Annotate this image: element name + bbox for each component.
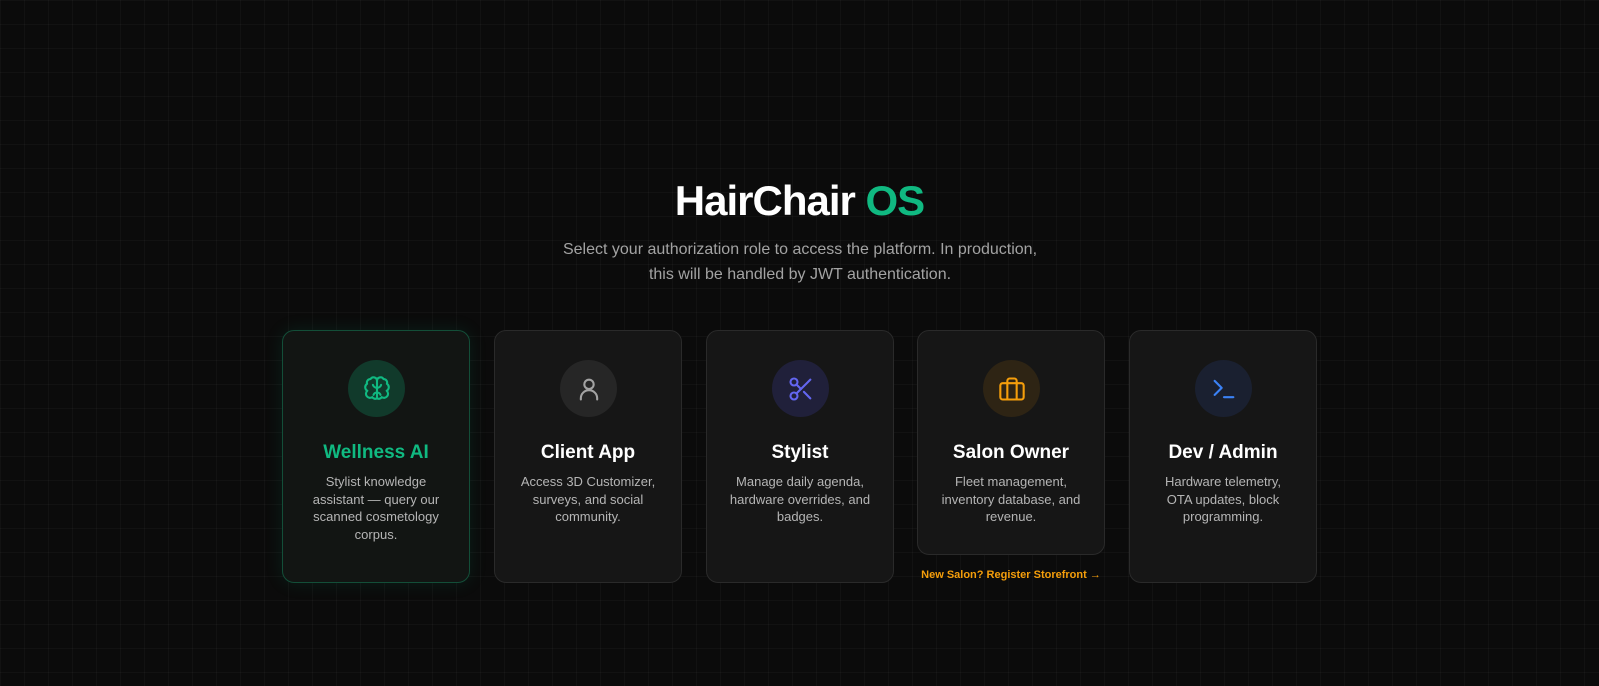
role-title: Stylist (771, 442, 829, 463)
title-main: HairChair (674, 177, 856, 224)
briefcase-icon (983, 360, 1040, 417)
brain-icon (348, 360, 405, 417)
role-card-wellness-ai[interactable]: Wellness AI Stylist knowledge assistant … (282, 330, 470, 583)
role-card-salon-owner[interactable]: Salon Owner Fleet management, inventory … (917, 330, 1105, 555)
title-accent: OS (865, 177, 926, 224)
role-card-stylist[interactable]: Stylist Manage daily agenda, hardware ov… (706, 330, 894, 583)
role-description: Access 3D Customizer, surveys, and socia… (520, 474, 656, 524)
role-card-dev-admin[interactable]: Dev / Admin Hardware telemetry, OTA upda… (1129, 330, 1317, 583)
subtitle-line-1: Select your authorization role to access… (562, 241, 1038, 258)
role-title: Wellness AI (323, 442, 429, 463)
user-icon (560, 360, 617, 417)
subtitle-line-2: this will be handled by JWT authenticati… (648, 266, 952, 283)
page-subtitle: Select your authorization role to access… (530, 237, 1070, 287)
role-description: Manage daily agenda, hardware overrides,… (729, 474, 871, 524)
role-description: Fleet management, inventory database, an… (941, 474, 1081, 524)
role-card-client-app[interactable]: Client App Access 3D Customizer, surveys… (494, 330, 682, 583)
page-title: HairChair OS (0, 176, 1599, 226)
role-title: Client App (540, 442, 636, 463)
scissors-icon (772, 360, 829, 417)
register-storefront-link[interactable]: New Salon? Register Storefront → (917, 569, 1105, 581)
role-description: Hardware telemetry, OTA updates, block p… (1164, 474, 1282, 524)
role-title: Dev / Admin (1168, 442, 1278, 463)
role-title: Salon Owner (952, 442, 1070, 463)
role-description: Stylist knowledge assistant — query our … (312, 474, 440, 542)
terminal-icon (1195, 360, 1252, 417)
